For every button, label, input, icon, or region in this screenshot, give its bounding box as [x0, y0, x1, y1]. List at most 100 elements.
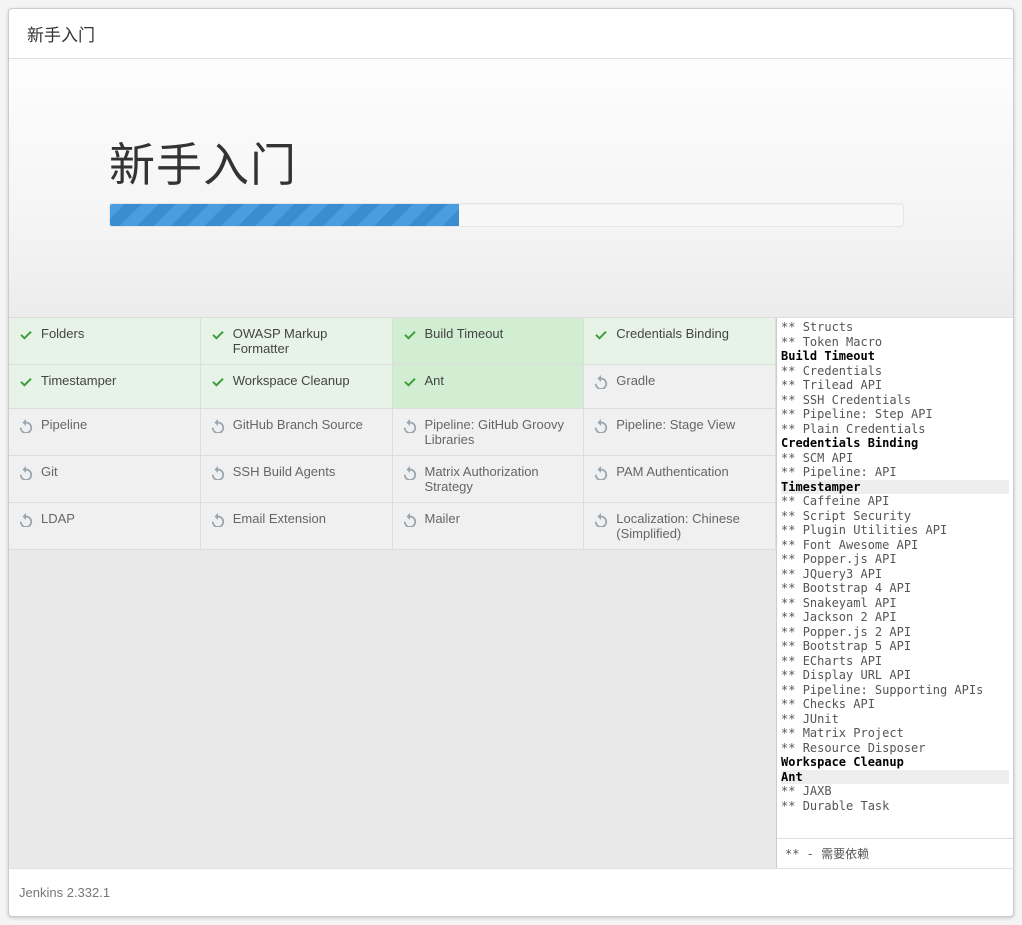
log-dependency: Display URL API — [781, 668, 1009, 683]
plugin-name: Pipeline: GitHub Groovy Libraries — [425, 417, 574, 447]
check-icon — [19, 328, 33, 342]
plugin-name: Matrix Authorization Strategy — [425, 464, 574, 494]
spinner-icon — [211, 466, 225, 480]
check-icon — [403, 375, 417, 389]
plugin-grid: Folders OWASP Markup Formatter Build Timeo… — [9, 318, 776, 868]
log-dependency: Durable Task — [781, 799, 1009, 814]
plugin-cell: Credentials Binding — [584, 318, 776, 365]
install-progress-bar — [109, 203, 904, 227]
log-plugin-header: Credentials Binding — [781, 436, 1009, 451]
spinner-icon — [19, 466, 33, 480]
spinner-icon — [594, 375, 608, 389]
plugin-name: PAM Authentication — [616, 464, 729, 479]
plugin-name: Git — [41, 464, 58, 479]
plugin-cell: Workspace Cleanup — [201, 365, 393, 409]
log-dependency: Pipeline: Supporting APIs — [781, 683, 1009, 698]
install-log-panel: StructsToken MacroBuild TimeoutCredentia… — [776, 318, 1013, 868]
plugin-cell: Pipeline — [9, 409, 201, 456]
check-icon — [211, 328, 225, 342]
plugin-name: Pipeline: Stage View — [616, 417, 735, 432]
check-icon — [594, 328, 608, 342]
log-dependency: Credentials — [781, 364, 1009, 379]
plugin-name: OWASP Markup Formatter — [233, 326, 382, 356]
plugin-name: Workspace Cleanup — [233, 373, 350, 388]
plugin-cell: GitHub Branch Source — [201, 409, 393, 456]
log-dependency: JAXB — [781, 784, 1009, 799]
log-dependency: SSH Credentials — [781, 393, 1009, 408]
log-dependency: Matrix Project — [781, 726, 1009, 741]
log-dependency: Token Macro — [781, 335, 1009, 350]
log-dependency: Bootstrap 5 API — [781, 639, 1009, 654]
hero-title: 新手入门 — [109, 129, 913, 195]
log-dependency: JQuery3 API — [781, 567, 1009, 582]
log-dependency: ECharts API — [781, 654, 1009, 669]
plugin-cell: Email Extension — [201, 503, 393, 550]
plugin-name: Mailer — [425, 511, 460, 526]
log-dependency: Snakeyaml API — [781, 596, 1009, 611]
plugin-name: SSH Build Agents — [233, 464, 336, 479]
log-plugin-header: Timestamper — [781, 480, 1009, 495]
plugin-cell: Gradle — [584, 365, 776, 409]
spinner-icon — [594, 513, 608, 527]
log-dependency: Plugin Utilities API — [781, 523, 1009, 538]
spinner-icon — [211, 513, 225, 527]
spinner-icon — [211, 419, 225, 433]
log-dependency: Popper.js API — [781, 552, 1009, 567]
plugin-cell: Mailer — [393, 503, 585, 550]
plugin-cell: Localization: Chinese (Simplified) — [584, 503, 776, 550]
plugin-cell: Folders — [9, 318, 201, 365]
hero-section: 新手入门 — [9, 59, 1013, 318]
install-progress-fill — [110, 204, 459, 226]
check-icon — [403, 328, 417, 342]
spinner-icon — [19, 419, 33, 433]
modal-title: 新手入门 — [9, 9, 1013, 59]
log-dependency: SCM API — [781, 451, 1009, 466]
log-plugin-header: Ant — [781, 770, 1009, 785]
log-dependency: Font Awesome API — [781, 538, 1009, 553]
plugin-cell: Matrix Authorization Strategy — [393, 456, 585, 503]
log-dependency: Jackson 2 API — [781, 610, 1009, 625]
plugin-name: LDAP — [41, 511, 75, 526]
log-dependency: Pipeline: Step API — [781, 407, 1009, 422]
plugin-cell: Pipeline: GitHub Groovy Libraries — [393, 409, 585, 456]
spinner-icon — [19, 513, 33, 527]
plugin-cell: Timestamper — [9, 365, 201, 409]
install-log-scroll[interactable]: StructsToken MacroBuild TimeoutCredentia… — [777, 318, 1013, 838]
log-dependency: Pipeline: API — [781, 465, 1009, 480]
jenkins-version: Jenkins 2.332.1 — [19, 885, 110, 900]
spinner-icon — [403, 419, 417, 433]
log-plugin-header: Workspace Cleanup — [781, 755, 1009, 770]
plugin-name: Gradle — [616, 373, 655, 388]
check-icon — [19, 375, 33, 389]
plugin-name: Folders — [41, 326, 84, 341]
plugin-name: Build Timeout — [425, 326, 504, 341]
plugin-name: GitHub Branch Source — [233, 417, 363, 432]
log-dependency: JUnit — [781, 712, 1009, 727]
plugin-name: Ant — [425, 373, 445, 388]
plugin-cell: SSH Build Agents — [201, 456, 393, 503]
spinner-icon — [403, 513, 417, 527]
log-dependency: Caffeine API — [781, 494, 1009, 509]
plugin-name: Timestamper — [41, 373, 116, 388]
plugin-cell: OWASP Markup Formatter — [201, 318, 393, 365]
install-log-legend: ** - 需要依赖 — [777, 838, 1013, 868]
spinner-icon — [594, 466, 608, 480]
plugin-cell: Pipeline: Stage View — [584, 409, 776, 456]
plugin-cell: Build Timeout — [393, 318, 585, 365]
log-dependency: Popper.js 2 API — [781, 625, 1009, 640]
log-dependency: Script Security — [781, 509, 1009, 524]
plugin-cell: Git — [9, 456, 201, 503]
plugin-cell: PAM Authentication — [584, 456, 776, 503]
modal-footer: Jenkins 2.332.1 — [9, 868, 1013, 916]
install-body: Folders OWASP Markup Formatter Build Timeo… — [9, 318, 1013, 868]
log-dependency: Checks API — [781, 697, 1009, 712]
log-plugin-header: Build Timeout — [781, 349, 1009, 364]
plugin-name: Localization: Chinese (Simplified) — [616, 511, 765, 541]
log-dependency: Resource Disposer — [781, 741, 1009, 756]
plugin-cell: Ant — [393, 365, 585, 409]
log-dependency: Plain Credentials — [781, 422, 1009, 437]
spinner-icon — [403, 466, 417, 480]
plugin-cell: LDAP — [9, 503, 201, 550]
spinner-icon — [594, 419, 608, 433]
plugin-name: Credentials Binding — [616, 326, 729, 341]
